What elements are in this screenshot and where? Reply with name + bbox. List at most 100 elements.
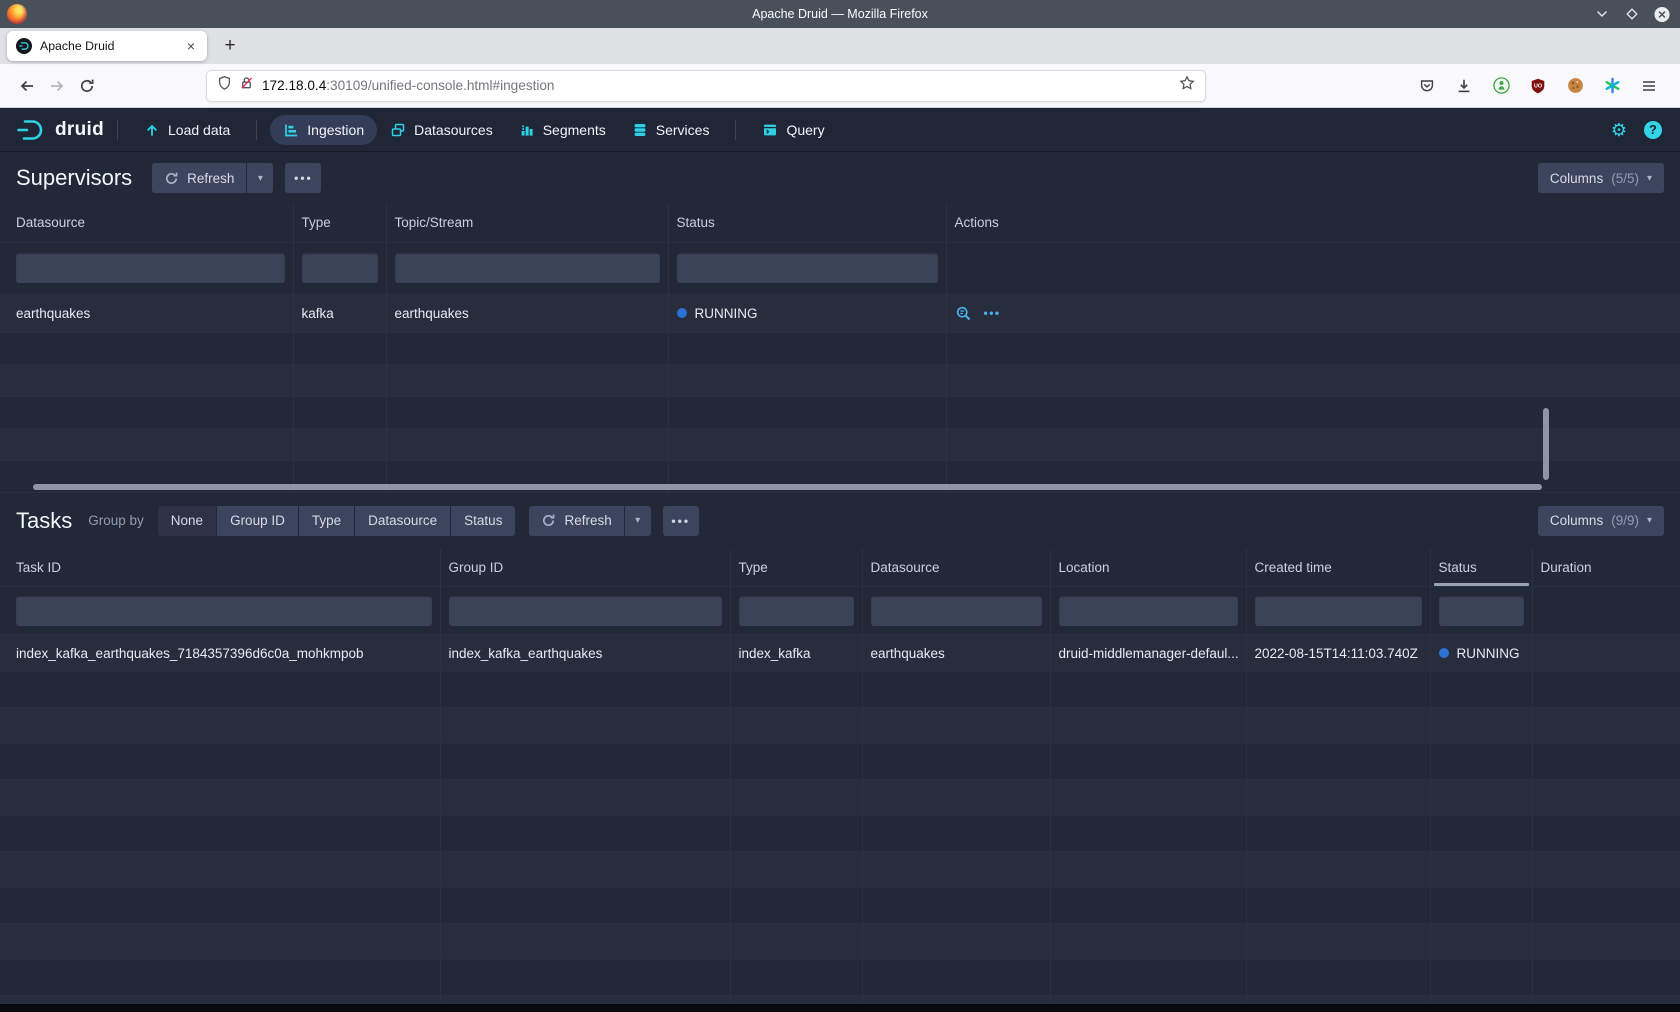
help-icon[interactable]: ? [1644, 121, 1662, 139]
columns-label: Columns [1550, 171, 1603, 186]
supervisors-table: Datasource Type Topic/Stream Status Acti… [0, 204, 1680, 493]
url-text[interactable]: 172.18.0.4:30109/unified-console.html#in… [262, 78, 1179, 93]
cookie-extension-icon[interactable] [1560, 71, 1590, 101]
menu-hamburger-icon[interactable] [1634, 71, 1664, 101]
tracking-protection-shield-icon[interactable] [217, 75, 232, 96]
database-icon [632, 122, 648, 138]
screen-bottom-edge [0, 1004, 1680, 1012]
task-duration-cell [1532, 635, 1680, 672]
topic-stream-filter-input[interactable] [395, 253, 660, 283]
nav-item-services[interactable]: Services [619, 115, 723, 145]
column-header-task-id[interactable]: Task ID [0, 549, 440, 587]
vertical-scrollbar[interactable] [1543, 408, 1549, 480]
insecure-lock-icon[interactable] [239, 75, 254, 96]
supervisors-more-button[interactable]: ••• [285, 163, 321, 193]
upload-icon [144, 122, 160, 138]
back-button[interactable] [12, 71, 42, 101]
titlebar: Apache Druid — Mozilla Firefox [0, 0, 1680, 28]
nav-item-label: Segments [543, 122, 606, 138]
refresh-button[interactable]: Refresh [152, 163, 246, 193]
column-header-location[interactable]: Location [1050, 549, 1246, 587]
group-by-datasource-button[interactable]: Datasource [355, 506, 450, 536]
settings-gear-icon[interactable]: ⚙ [1611, 121, 1627, 139]
chevron-down-icon: ▾ [635, 515, 640, 526]
nav-item-ingestion[interactable]: Ingestion [270, 115, 377, 145]
horizontal-scrollbar[interactable] [33, 484, 1542, 490]
forward-button[interactable] [42, 71, 72, 101]
empty-row [0, 852, 1680, 888]
windows-icon [390, 122, 406, 138]
group-by-status-button[interactable]: Status [451, 506, 515, 536]
nav-item-load-data[interactable]: Load data [131, 115, 243, 145]
refresh-interval-dropdown[interactable]: ▾ [625, 506, 651, 536]
column-header-datasource[interactable]: Datasource [0, 204, 293, 242]
type-filter-input[interactable] [739, 596, 854, 626]
status-filter-input[interactable] [1439, 596, 1524, 626]
tasks-more-button[interactable]: ••• [663, 506, 699, 536]
gantt-chart-icon [283, 122, 299, 138]
columns-label: Columns [1550, 513, 1603, 528]
supervisor-topic-cell: earthquakes [386, 294, 668, 332]
column-header-duration[interactable]: Duration [1532, 549, 1680, 587]
created-time-filter-input[interactable] [1255, 596, 1422, 626]
location-filter-input[interactable] [1059, 596, 1238, 626]
divider [117, 120, 118, 140]
column-header-topic-stream[interactable]: Topic/Stream [386, 204, 668, 242]
column-header-group-id[interactable]: Group ID [440, 549, 730, 587]
group-by-type-button[interactable]: Type [299, 506, 354, 536]
new-tab-button[interactable]: + [215, 31, 245, 61]
task-id-filter-input[interactable] [16, 596, 432, 626]
column-header-actions[interactable]: Actions [946, 204, 1680, 242]
tab-close-icon[interactable]: × [181, 36, 201, 56]
supervisor-datasource-cell: earthquakes [0, 294, 293, 332]
maximize-button[interactable] [1624, 6, 1640, 22]
status-dot [1439, 648, 1449, 658]
columns-count: (5/5) [1611, 171, 1639, 186]
url-bar[interactable]: 172.18.0.4:30109/unified-console.html#in… [206, 70, 1206, 102]
druid-logo[interactable]: druid [14, 117, 104, 143]
supervisors-columns-dropdown[interactable]: Columns (5/5) ▾ [1538, 163, 1664, 193]
nav-item-segments[interactable]: Segments [506, 115, 619, 145]
supervisor-actions-cell: ••• [946, 294, 1680, 332]
task-datasource-cell: earthquakes [862, 635, 1050, 672]
empty-row [0, 428, 1680, 460]
minimize-button[interactable] [1594, 6, 1610, 22]
refresh-interval-dropdown[interactable]: ▾ [247, 163, 273, 193]
task-status-cell: RUNNING [1430, 635, 1532, 672]
bookmark-star-icon[interactable] [1179, 75, 1195, 96]
column-header-type[interactable]: Type [730, 549, 862, 587]
empty-row [0, 888, 1680, 924]
datasource-filter-input[interactable] [871, 596, 1042, 626]
asterisk-extension-icon[interactable] [1597, 71, 1627, 101]
supervisor-row: earthquakes kafka earthquakes RUNNING ••… [0, 294, 1680, 332]
sort-indicator [1434, 583, 1529, 586]
row-more-actions-icon[interactable]: ••• [984, 306, 1001, 320]
empty-row [0, 708, 1680, 744]
status-filter-input[interactable] [677, 253, 938, 283]
column-header-status[interactable]: Status [1430, 549, 1532, 587]
column-header-created-time[interactable]: Created time [1246, 549, 1430, 587]
tasks-columns-dropdown[interactable]: Columns (9/9) ▾ [1538, 506, 1664, 536]
group-by-group-id-button[interactable]: Group ID [217, 506, 298, 536]
column-header-status[interactable]: Status [668, 204, 946, 242]
datasource-filter-input[interactable] [16, 253, 285, 283]
reload-button[interactable] [72, 71, 102, 101]
downloads-icon[interactable] [1449, 71, 1479, 101]
extension-green-icon[interactable] [1486, 71, 1516, 101]
ublock-origin-icon[interactable]: UO [1523, 71, 1553, 101]
group-by-none-button[interactable]: None [158, 506, 216, 536]
refresh-button[interactable]: Refresh [529, 506, 623, 536]
type-filter-input[interactable] [302, 253, 378, 283]
search-detail-icon[interactable] [955, 305, 972, 322]
pocket-icon[interactable] [1412, 71, 1442, 101]
empty-row [0, 816, 1680, 852]
status-text: RUNNING [695, 306, 758, 321]
column-header-type[interactable]: Type [293, 204, 386, 242]
nav-item-datasources[interactable]: Datasources [377, 115, 506, 145]
close-button[interactable] [1654, 6, 1670, 22]
column-header-datasource[interactable]: Datasource [862, 549, 1050, 587]
task-type-cell: index_kafka [730, 635, 862, 672]
group-id-filter-input[interactable] [449, 596, 722, 626]
nav-item-query[interactable]: Query [749, 115, 837, 145]
browser-tab[interactable]: Apache Druid × [7, 31, 207, 61]
